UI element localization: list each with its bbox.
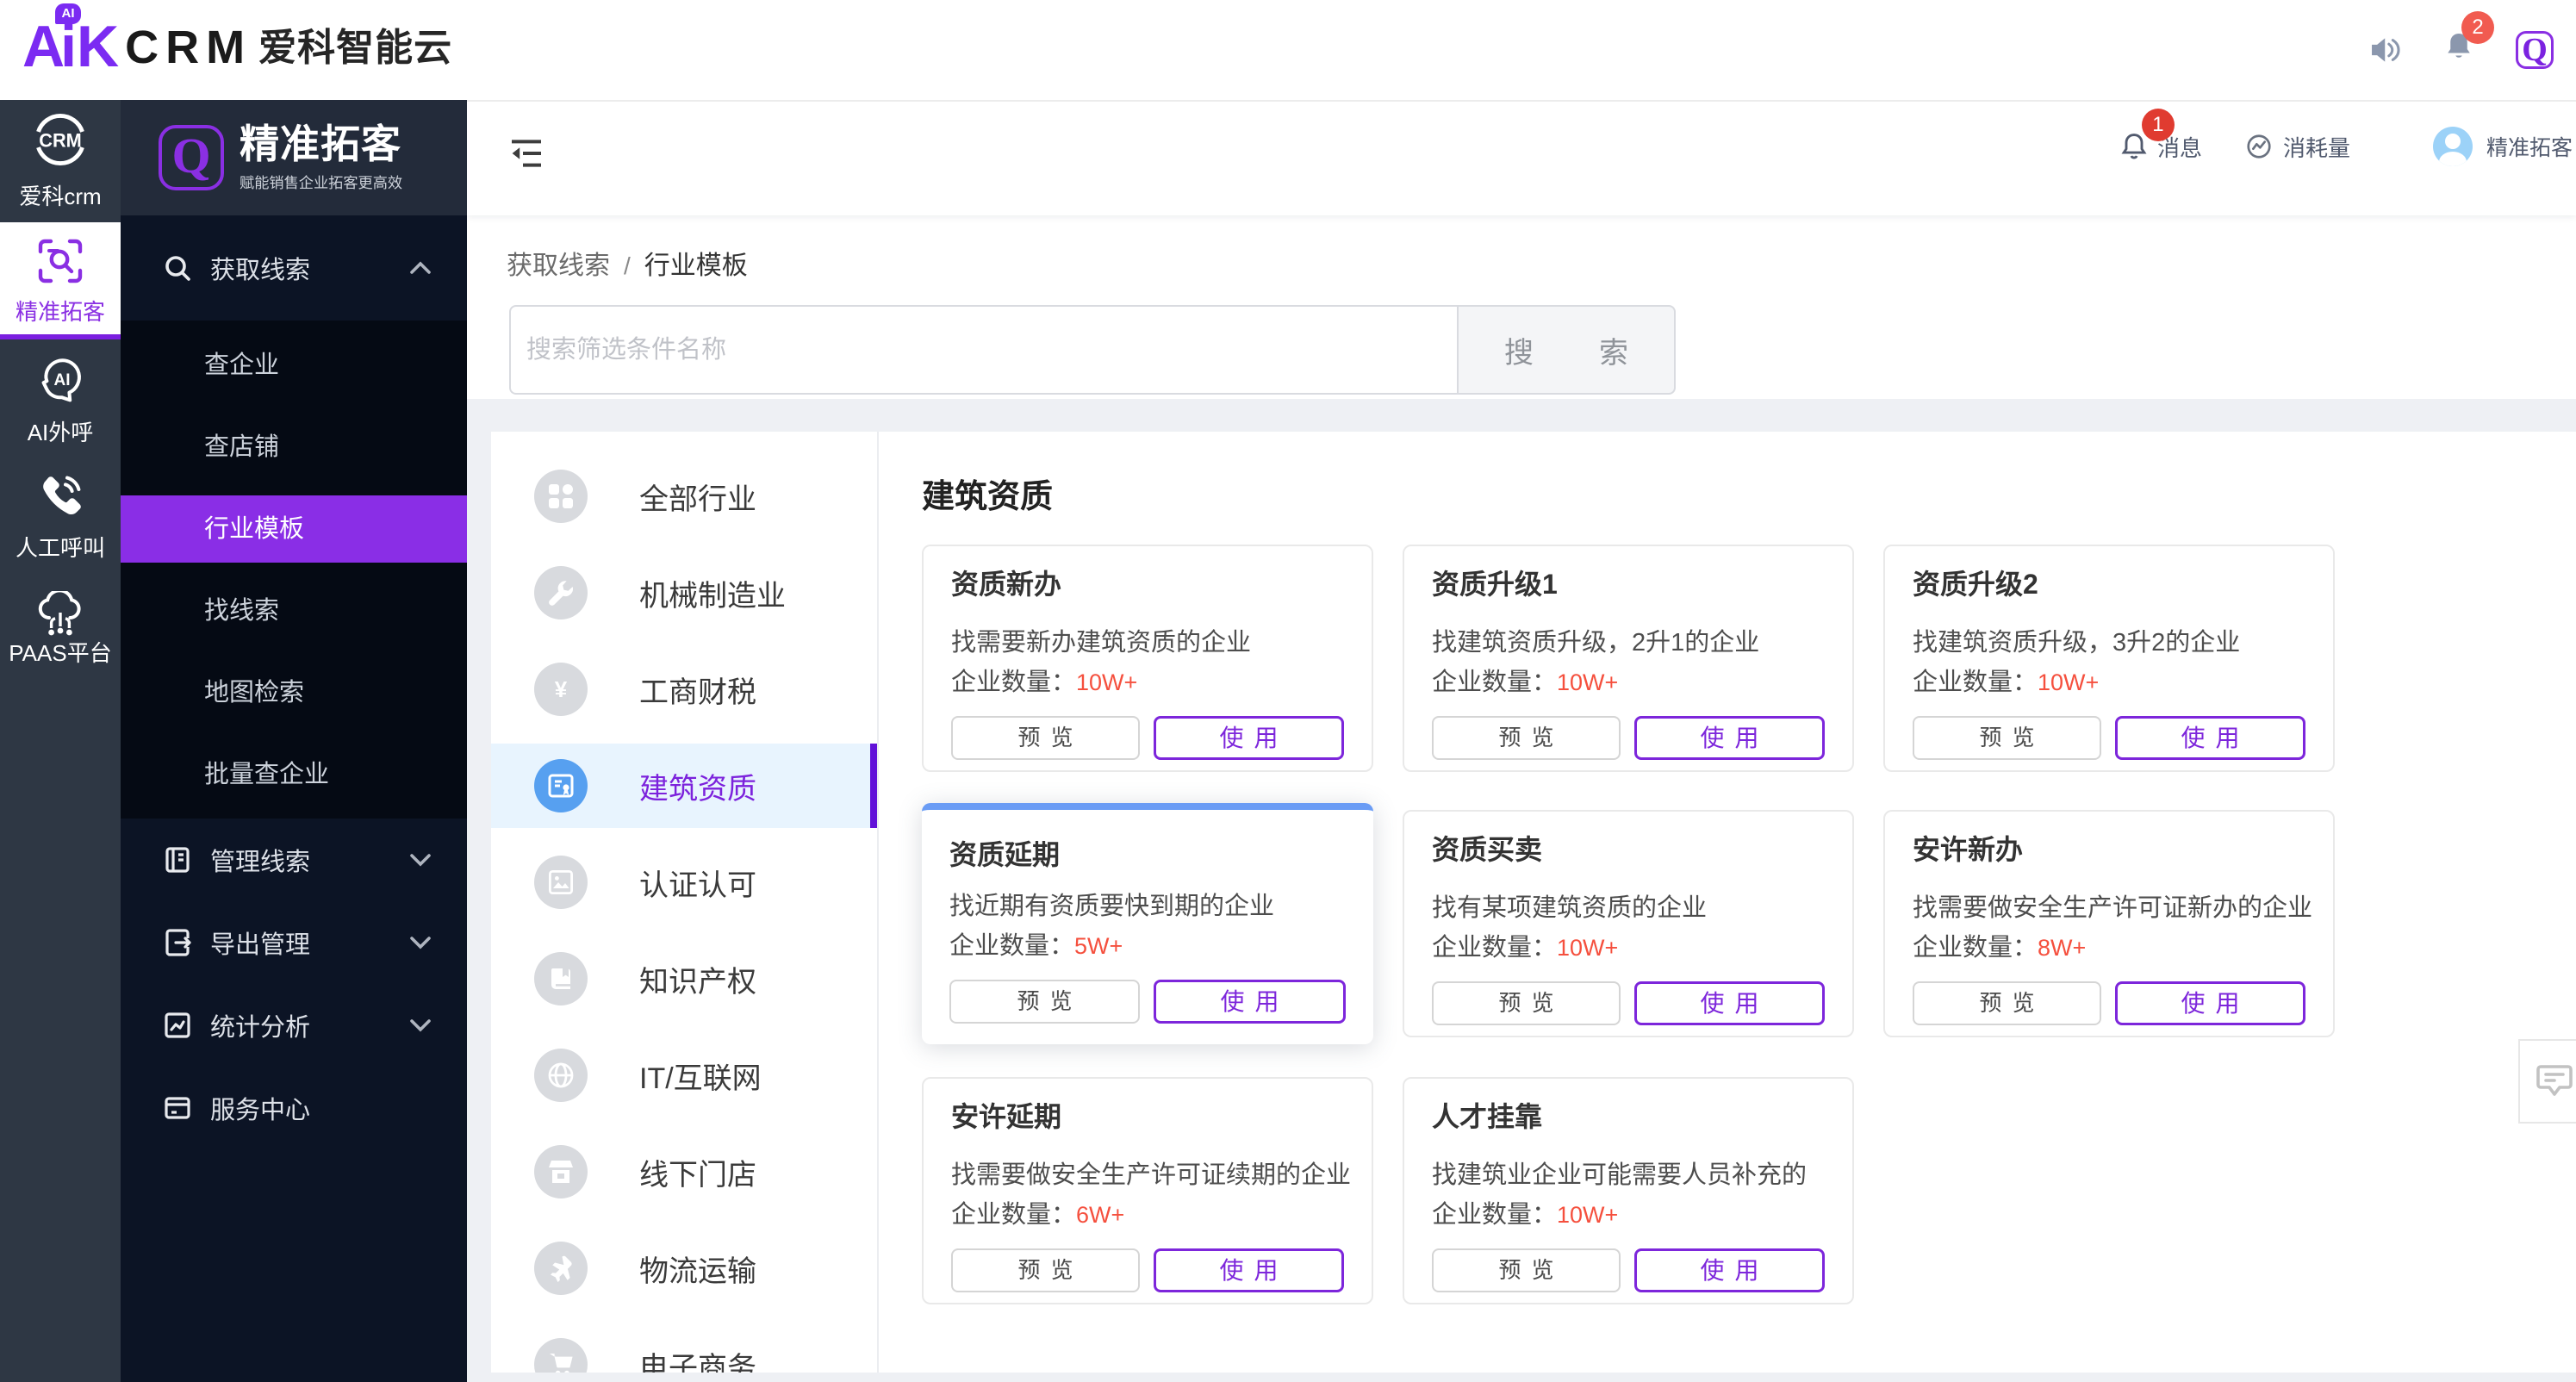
- svg-text:AI: AI: [54, 371, 71, 389]
- svg-text:¥: ¥: [555, 676, 568, 702]
- svg-text:CRM: CRM: [39, 130, 81, 152]
